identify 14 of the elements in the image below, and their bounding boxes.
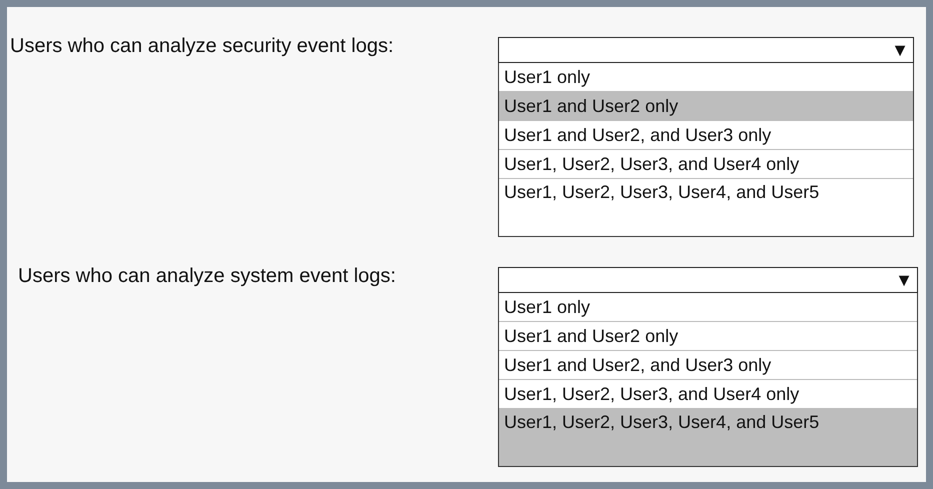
dropdown-option[interactable]: User1 and User2 only [499,92,913,121]
dropdown-arrow-icon[interactable]: ▼ [891,41,909,59]
question-label: Users who can analyze system event logs: [18,265,397,288]
dropdown-option[interactable]: User1 only [499,293,917,322]
question-label: Users who can analyze security event logs: [10,35,395,58]
dropdown-option[interactable]: User1 and User2, and User3 only [499,351,917,380]
dropdown-option[interactable]: User1, User2, User3, User4, and User5 [499,179,913,236]
dropdown-option[interactable]: User1, User2, User3, User4, and User5 [499,409,917,466]
dropdown-field[interactable]: ▼ [498,37,914,63]
dropdown-option[interactable]: User1 and User2 only [499,322,917,351]
dropdown-field[interactable]: ▼ [498,267,918,293]
dropdown-option[interactable]: User1 and User2, and User3 only [499,121,913,150]
dropdown-option[interactable]: User1, User2, User3, and User4 only [499,150,913,179]
dropdown-arrow-icon[interactable]: ▼ [895,271,913,289]
